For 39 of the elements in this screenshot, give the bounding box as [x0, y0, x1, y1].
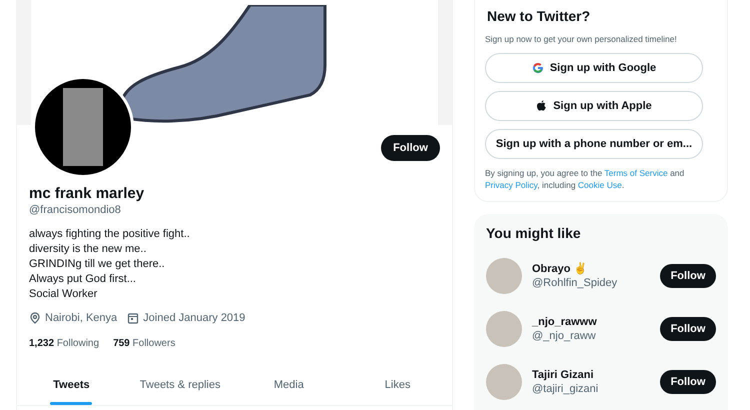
profile-tab[interactable]: Tweets & replies [126, 368, 234, 405]
profile-location: Nairobi, Kenya [45, 311, 118, 326]
user-handle: @tajiri_gizani [532, 382, 600, 396]
bio-line: Social Worker [29, 287, 98, 302]
follow-button[interactable]: Follow [660, 370, 716, 394]
google-g-icon [532, 62, 544, 74]
card-title: New to Twitter? [487, 7, 592, 25]
user-handle: @_njo_raww [532, 328, 597, 343]
signup-button[interactable]: Sign up with a phone number or em... [485, 128, 703, 159]
avatar-placeholder [486, 310, 522, 347]
bio-line: Always put God first... [29, 272, 137, 287]
user-name: Obrayo ✌ [532, 262, 589, 276]
bio-line: GRINDINg till we get there.. [29, 257, 166, 272]
signup-button[interactable]: Sign up with Apple [485, 90, 703, 121]
profile-name: mc frank marley [29, 185, 146, 203]
follow-button[interactable]: Follow [381, 135, 440, 161]
bio-line: always fighting the positive fight.. [29, 227, 191, 242]
bio-line: diversity is the new me.. [29, 242, 148, 257]
user-name: _njo_rawww [532, 314, 598, 329]
profile-tab[interactable]: Likes [343, 368, 452, 405]
profile-handle: @francisomondio8 [29, 203, 122, 217]
avatar-placeholder [486, 364, 522, 400]
legal-text: By signing up, you agree to the Terms of Service and Privacy Policy, including Cookie Use. [485, 166, 686, 191]
user-name: Tajiri Gizani [532, 368, 595, 382]
signup-button[interactable]: Sign up with Google [485, 52, 703, 83]
profile-tab[interactable]: Tweets [17, 368, 126, 405]
follow-button[interactable]: Follow [660, 264, 716, 288]
apple-icon [536, 100, 548, 112]
card-subtitle: Sign up now to get your own personalized timeline! [485, 33, 678, 46]
follow-button[interactable]: Follow [660, 316, 716, 341]
calendar-icon [127, 312, 140, 324]
user-handle: @Rohlfin_Spidey [532, 276, 618, 290]
stat-link[interactable]: 1,232 Following [29, 336, 100, 350]
stat-link[interactable]: 759 Followers [113, 336, 176, 350]
avatar-placeholder [486, 258, 522, 294]
card-title: You might like [486, 224, 582, 242]
joined-date: Joined January 2019 [143, 311, 246, 326]
profile-tab[interactable]: Media [234, 368, 344, 405]
location-pin-icon [29, 312, 41, 324]
